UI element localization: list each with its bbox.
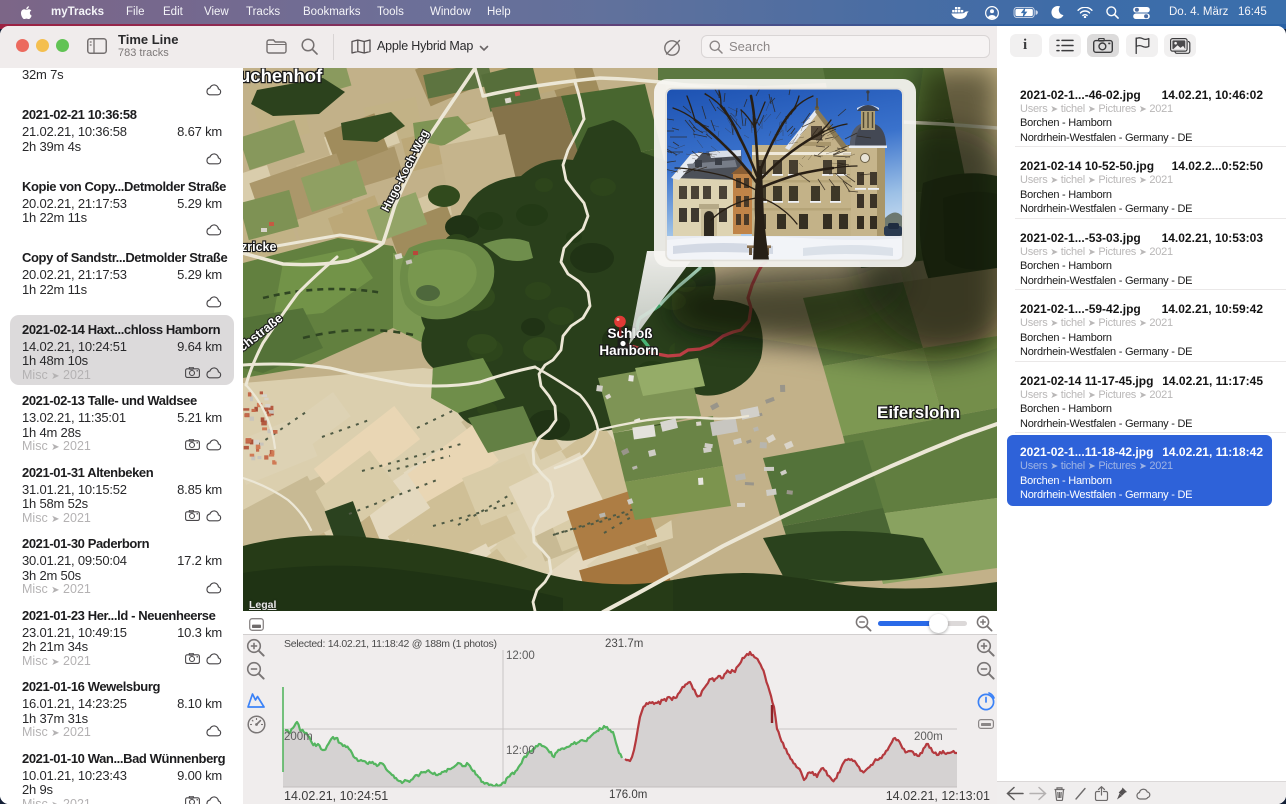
svg-text:Eiferslohn: Eiferslohn	[877, 403, 960, 422]
svg-text:uchenhof: uchenhof	[243, 68, 323, 86]
svg-text:zricke: zricke	[243, 240, 276, 254]
svg-text:Schloß: Schloß	[607, 326, 652, 341]
svg-text:Hamborn: Hamborn	[599, 343, 658, 358]
